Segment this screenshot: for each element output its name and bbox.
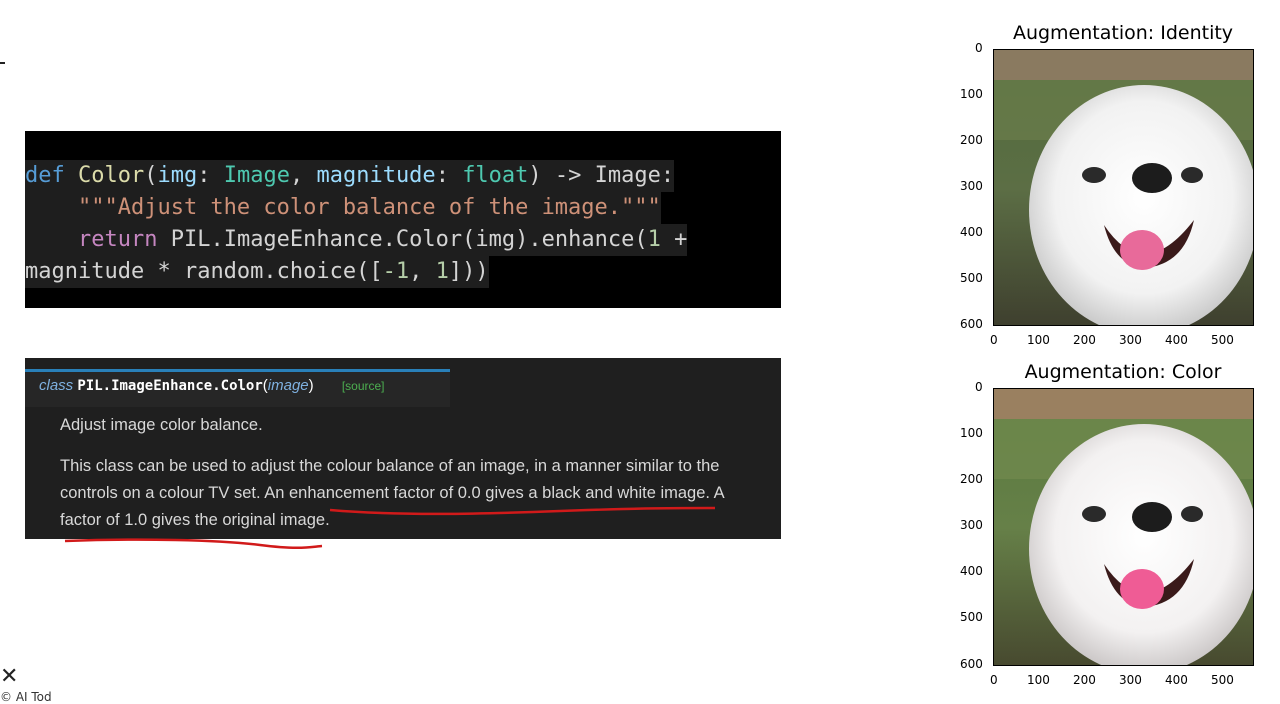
ytick-label: 400 (960, 225, 983, 239)
param-magnitude: magnitude (316, 163, 436, 188)
xtick-label: 400 (1165, 333, 1188, 347)
class-signature: class PIL.ImageEnhance.Color(image) [sou… (39, 377, 385, 394)
call-name: PIL.ImageEnhance.Color (170, 227, 463, 252)
method-name: enhance (541, 227, 635, 252)
ytick-label: 600 (960, 317, 983, 331)
ytick-label: 500 (960, 271, 983, 285)
class-keyword: class (39, 377, 74, 394)
annotation-underline-2 (64, 538, 323, 550)
call-arg: img (475, 227, 516, 252)
num-neg-one: -1 (382, 259, 410, 284)
xtick-label: 100 (1027, 673, 1050, 687)
xtick-label: 300 (1119, 333, 1142, 347)
ytick-label: 200 (960, 133, 983, 147)
xtick-label: 100 (1027, 333, 1050, 347)
type-float: float (462, 163, 529, 188)
ytick-label: 0 (975, 380, 983, 394)
class-arg: image (267, 377, 309, 394)
code-line-3: return PIL.ImageEnhance.Color(img).enhan… (25, 224, 688, 256)
ytick-label: 0 (975, 41, 983, 55)
source-link[interactable]: [source] (342, 379, 385, 393)
ytick-label: 400 (960, 564, 983, 578)
edge-dash (0, 62, 5, 64)
code-line-4: magnitude * random.choice([-1, 1])) (25, 256, 489, 288)
xtick-label: 500 (1211, 673, 1234, 687)
code-operator: * (157, 259, 171, 284)
ytick-label: 500 (960, 610, 983, 624)
ytick-label: 600 (960, 657, 983, 671)
code-snippet: def Color(img: Image, magnitude: float) … (25, 131, 781, 308)
image-frame (993, 388, 1254, 666)
plot-identity: Augmentation: Identity 0 100 200 300 400… (940, 18, 1270, 348)
code-line-2: """Adjust the color balance of the image… (25, 192, 661, 224)
ytick-label: 100 (960, 426, 983, 440)
return-type: Image (594, 163, 661, 188)
xtick-label: 200 (1073, 333, 1096, 347)
kw-return: return (77, 227, 158, 252)
dog-image (994, 389, 1253, 665)
footer-text: © AI Tod (0, 690, 52, 704)
ytick-label: 200 (960, 472, 983, 486)
doc-summary: Adjust image color balance. (60, 416, 263, 434)
doc-body-line-1: This class can be used to adjust the col… (60, 457, 720, 475)
code-text-choice: random.choice([ (170, 259, 383, 284)
num-pos-one: 1 (435, 259, 449, 284)
code-close: ])) (448, 259, 489, 284)
kw-def: def (25, 163, 65, 188)
class-name: PIL.ImageEnhance.Color (77, 378, 263, 394)
xtick-label: 200 (1073, 673, 1096, 687)
xtick-label: 300 (1119, 673, 1142, 687)
type-image: Image (223, 163, 290, 188)
close-icon[interactable]: ✕ (0, 664, 18, 689)
code-text-magnitude: magnitude (25, 259, 158, 284)
ytick-label: 300 (960, 179, 983, 193)
xtick-label: 0 (990, 673, 998, 687)
dog-image (994, 50, 1253, 325)
doc-body-line-3: factor of 1.0 gives the original image. (60, 511, 330, 529)
ytick-label: 100 (960, 87, 983, 101)
plot-title: Augmentation: Color (1024, 361, 1222, 383)
annotation-underline-1 (329, 506, 716, 516)
xtick-label: 500 (1211, 333, 1234, 347)
plot-title: Augmentation: Identity (1012, 22, 1234, 44)
fn-name: Color (78, 163, 145, 188)
image-frame (993, 49, 1254, 326)
xtick-label: 400 (1165, 673, 1188, 687)
num-one: 1 (647, 227, 661, 252)
ytick-label: 300 (960, 518, 983, 532)
plot-color: Augmentation: Color 0 100 200 300 400 50… (940, 357, 1270, 687)
param-img: img (157, 163, 198, 188)
docstring: """Adjust the color balance of the image… (77, 195, 661, 220)
xtick-label: 0 (990, 333, 998, 347)
code-line-1: def Color(img: Image, magnitude: float) … (25, 160, 675, 192)
